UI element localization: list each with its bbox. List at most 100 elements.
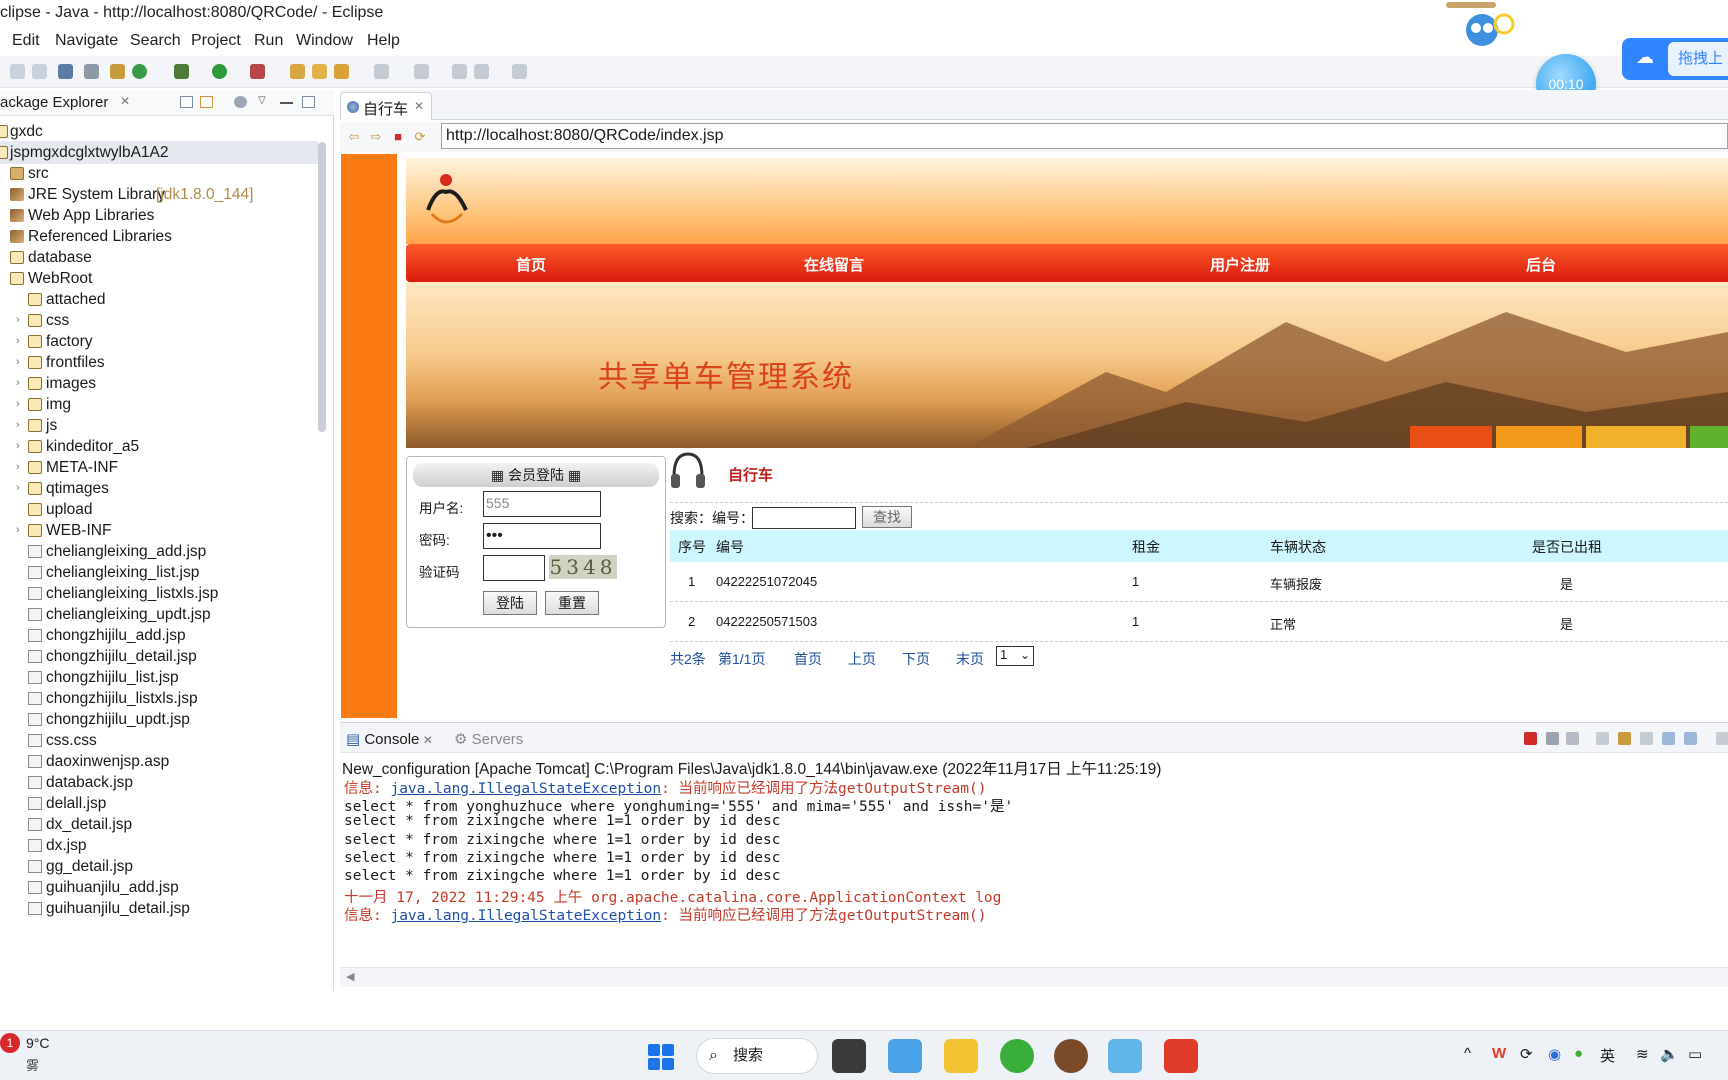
chevron-right-icon[interactable]: ›: [16, 372, 26, 395]
stop-icon[interactable]: ■: [390, 130, 406, 144]
prev-annotation-icon[interactable]: [414, 64, 429, 79]
nav-home[interactable]: 首页: [516, 254, 546, 275]
menu-navigate[interactable]: Navigate: [55, 32, 118, 50]
refresh-icon[interactable]: ⟳: [412, 130, 428, 144]
chevron-right-icon[interactable]: ›: [16, 519, 26, 542]
start-button[interactable]: [648, 1044, 674, 1070]
code-search-input[interactable]: [752, 507, 856, 529]
menu-search[interactable]: Search: [130, 32, 181, 50]
link-editor-icon[interactable]: [200, 96, 213, 108]
tree-item[interactable]: upload: [0, 498, 318, 521]
menu-project[interactable]: Project: [191, 32, 241, 50]
tree-item[interactable]: › css: [0, 309, 318, 332]
last-page-link[interactable]: 末页: [956, 649, 984, 669]
chevron-right-icon[interactable]: ›: [16, 477, 26, 500]
weather-widget[interactable]: 1 9°C 雾: [0, 1033, 70, 1079]
new-project-icon[interactable]: [290, 64, 305, 79]
table-row[interactable]: 2 04222250571503 1 正常 是: [670, 602, 1728, 642]
tree-item[interactable]: css.css: [0, 729, 318, 752]
tree-item[interactable]: › META-INF: [0, 456, 318, 479]
back-arrow-icon[interactable]: ⇦: [346, 130, 362, 144]
close-icon[interactable]: ✕: [419, 733, 433, 747]
tree-item[interactable]: cheliangleixing_add.jsp: [0, 540, 318, 563]
tree-item[interactable]: databack.jsp: [0, 771, 318, 794]
scroll-lock-icon[interactable]: [1618, 732, 1631, 745]
tree-item[interactable]: chongzhijilu_list.jsp: [0, 666, 318, 689]
back-icon[interactable]: [474, 64, 489, 79]
close-icon[interactable]: ✕: [120, 94, 130, 108]
nav-guestbook[interactable]: 在线留言: [804, 254, 864, 275]
console-view-icon[interactable]: [58, 64, 73, 79]
url-input[interactable]: http://localhost:8080/QRCode/index.jsp: [441, 123, 1728, 149]
tab-servers[interactable]: ⚙ Servers: [454, 730, 523, 748]
forward-icon[interactable]: [512, 64, 527, 79]
next-annotation-icon[interactable]: [374, 64, 389, 79]
menu-run[interactable]: Run: [254, 32, 283, 50]
file-explorer-icon[interactable]: [944, 1039, 978, 1073]
tree-item[interactable]: › images: [0, 372, 318, 395]
tree-item[interactable]: › js: [0, 414, 318, 437]
captcha-field[interactable]: [483, 555, 545, 581]
minimize-icon[interactable]: [280, 102, 293, 104]
tree-item[interactable]: › qtimages: [0, 477, 318, 500]
run-icon[interactable]: [212, 64, 227, 79]
tree-item[interactable]: daoxinwenjsp.asp: [0, 750, 318, 773]
tree-scrollbar[interactable]: [318, 142, 326, 432]
captcha-image[interactable]: 5348: [549, 555, 617, 579]
tree-item[interactable]: › factory: [0, 330, 318, 353]
tree-item[interactable]: Referenced Libraries: [0, 225, 318, 248]
build-icon[interactable]: [110, 64, 125, 79]
chevron-right-icon[interactable]: ›: [16, 309, 26, 332]
last-edit-icon[interactable]: [452, 64, 467, 79]
tree-item[interactable]: chongzhijilu_detail.jsp: [0, 645, 318, 668]
scroll-left-icon[interactable]: ◀: [346, 970, 354, 983]
tree-item[interactable]: gg_detail.jsp: [0, 855, 318, 878]
exception-link[interactable]: java.lang.IllegalStateException: [390, 908, 661, 924]
tree-item[interactable]: guihuanjilu_add.jsp: [0, 876, 318, 899]
username-field[interactable]: 555: [483, 491, 601, 517]
view-menu-icon[interactable]: ▽: [258, 96, 271, 108]
eclipse-app-icon[interactable]: [1054, 1039, 1088, 1073]
table-row[interactable]: 1 04222251072045 1 车辆报废 是: [670, 562, 1728, 602]
reset-button[interactable]: 重置: [545, 591, 599, 615]
find-button[interactable]: 查找: [862, 506, 912, 528]
task-view-icon[interactable]: [832, 1039, 866, 1073]
tree-item[interactable]: chongzhijilu_listxls.jsp: [0, 687, 318, 710]
page-select[interactable]: 1 ⌄: [996, 646, 1034, 666]
tree-item[interactable]: › WEB-INF: [0, 519, 318, 542]
wechat-icon[interactable]: ●: [1574, 1045, 1583, 1062]
tree-item[interactable]: database: [0, 246, 318, 269]
tree-item[interactable]: JRE System Library [jdk1.8.0_144]: [0, 183, 318, 206]
nav-admin[interactable]: 后台: [1526, 254, 1556, 275]
tree-item[interactable]: attached: [0, 288, 318, 311]
open-folder-icon[interactable]: [312, 64, 327, 79]
ime-indicator[interactable]: 英: [1600, 1045, 1615, 1066]
network-app-icon[interactable]: ◉: [1548, 1045, 1561, 1063]
tree-item[interactable]: Web App Libraries: [0, 204, 318, 227]
save-all-icon[interactable]: [32, 64, 47, 79]
close-icon[interactable]: ✕: [414, 99, 424, 113]
forward-arrow-icon[interactable]: ⇨: [368, 130, 384, 144]
first-page-link[interactable]: 首页: [794, 649, 822, 669]
new-console-icon[interactable]: [1716, 732, 1728, 745]
console-horizontal-scrollbar[interactable]: ◀: [340, 967, 1728, 987]
terminate-icon[interactable]: [1524, 732, 1537, 745]
menu-help[interactable]: Help: [367, 32, 400, 50]
bilibili-icon[interactable]: [888, 1039, 922, 1073]
tree-item[interactable]: › img: [0, 393, 318, 416]
tree-item[interactable]: gxdc: [0, 120, 318, 143]
password-field[interactable]: •••: [483, 523, 601, 549]
debug-icon[interactable]: [174, 64, 189, 79]
remove-all-icon[interactable]: [1566, 732, 1579, 745]
tree-item[interactable]: chongzhijilu_add.jsp: [0, 624, 318, 647]
green-app-icon[interactable]: [1000, 1039, 1034, 1073]
chevron-right-icon[interactable]: ›: [16, 393, 26, 416]
chevron-up-icon[interactable]: ^: [1464, 1045, 1471, 1062]
tree-item[interactable]: delall.jsp: [0, 792, 318, 815]
battery-icon[interactable]: ▭: [1688, 1045, 1702, 1063]
chevron-right-icon[interactable]: ›: [16, 351, 26, 374]
filter-icon[interactable]: [234, 96, 247, 108]
tab-console[interactable]: ▤ Console ✕: [346, 730, 433, 748]
external-tools-icon[interactable]: [250, 64, 265, 79]
snipping-tool-icon[interactable]: [1108, 1039, 1142, 1073]
